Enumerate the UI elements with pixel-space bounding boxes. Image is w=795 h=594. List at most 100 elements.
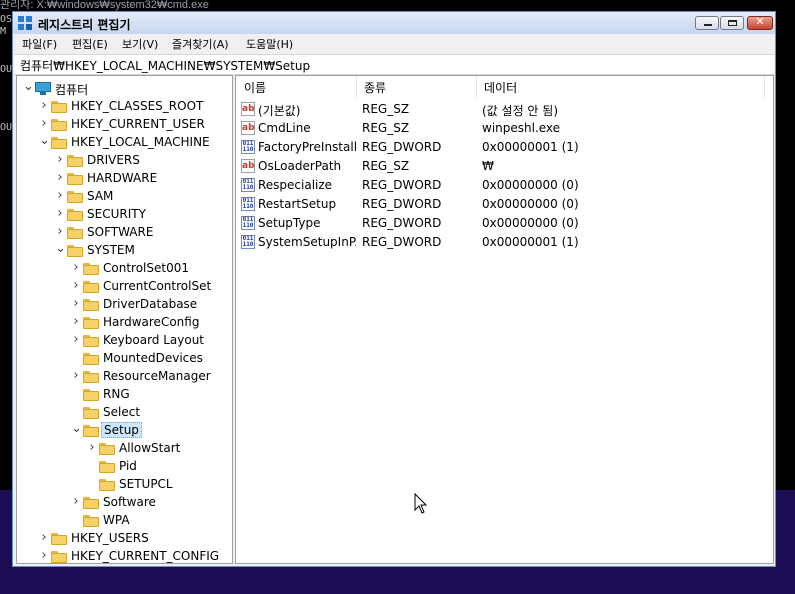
value-row[interactable]: ab (기본값) REG_SZ (값 설정 안 됨) [236,100,773,119]
value-row[interactable]: ab CmdLine REG_SZ winpeshl.exe [236,119,773,138]
tree-item[interactable]: ⌄ Setup [17,421,232,440]
tree-item[interactable]: › HardwareConfig [17,314,232,332]
tree-item[interactable]: › Software [17,494,232,512]
address-bar[interactable]: 컴퓨터₩HKEY_LOCAL_MACHINE₩SYSTEM₩Setup [14,54,774,75]
value-name: SystemSetupInP... [258,235,356,249]
chevron-right-icon[interactable]: › [71,314,81,329]
tree-item[interactable]: › SAM [17,188,232,206]
chevron-right-icon[interactable]: › [55,152,65,167]
tree-item[interactable]: RNG [17,386,232,404]
key-tree-pane[interactable]: ⌄ 컴퓨터 › HKEY_CLASSES_ROOT › HKEY_CURRENT_USER… [16,75,233,564]
tree-item[interactable]: › ResourceManager [17,368,232,386]
value-row[interactable]: 011 110 RestartSetup REG_DWORD 0x00000000 (… [236,195,773,214]
column-data-header[interactable]: 데이터 [484,79,517,96]
tree-item[interactable]: › DriverDatabase [17,296,232,314]
chevron-right-icon[interactable]: › [55,170,65,185]
column-divider[interactable] [764,76,765,98]
menu-favorites[interactable]: 즐겨찾기(A) [172,36,229,52]
value-data: 0x00000001 (1) [482,235,579,249]
tree-item[interactable]: › Keyboard Layout [17,332,232,350]
value-list-pane[interactable]: 이름 종류 데이터 ab (기본값) REG_SZ (값 설정 안 됨) ab CmdLi… [235,75,774,564]
folder-icon [83,317,99,329]
chevron-right-icon[interactable]: › [71,494,81,509]
tree-item[interactable]: SETUPCL [17,476,232,494]
tree-item[interactable]: MountedDevices [17,350,232,368]
menu-file[interactable]: 파일(F) [22,36,57,52]
title-bar[interactable]: 레지스트리 편집기 ✕ [13,12,775,35]
tree-item-label: Keyboard Layout [103,333,205,347]
column-name-header[interactable]: 이름 [244,79,266,96]
chevron-right-icon[interactable]: › [71,368,81,383]
chevron-down-icon[interactable]: ⌄ [55,241,66,256]
chevron-right-icon[interactable]: › [71,296,81,311]
tree-item-label: Pid [119,459,137,473]
chevron-right-icon[interactable]: › [71,278,81,293]
tree-item[interactable]: › HKEY_CLASSES_ROOT [17,98,232,116]
menu-view[interactable]: 보기(V) [122,36,158,52]
value-type: REG_SZ [362,121,410,135]
tree-item[interactable]: ⌄ HKEY_LOCAL_MACHINE [17,133,232,152]
tree-item[interactable]: › CurrentControlSet [17,278,232,296]
value-row[interactable]: ab OsLoaderPath REG_SZ ₩ [236,157,773,176]
chevron-right-icon[interactable]: › [55,224,65,239]
string-value-icon: ab [241,102,255,116]
tree-item[interactable]: › HKEY_USERS [17,530,232,548]
tree-item-label: Setup [101,422,142,438]
chevron-right-icon[interactable]: › [55,188,65,203]
folder-icon [83,389,99,401]
chevron-down-icon[interactable]: ⌄ [23,79,34,94]
tree-item[interactable]: ⌄ 컴퓨터 [17,79,232,98]
value-row[interactable]: 011 110 SystemSetupInP... REG_DWORD 0x00000… [236,233,773,252]
value-row[interactable]: 011 110FactoryPreInstall... REG_DWORD 0x00… [236,138,773,157]
folder-icon [83,515,99,527]
value-row[interactable]: 011 110 Respecialize REG_DWORD 0x00000000 (… [236,176,773,195]
chevron-down-icon[interactable]: ⌄ [39,133,50,148]
menu-help[interactable]: 도움말(H) [246,36,293,52]
column-divider[interactable] [476,76,477,98]
chevron-right-icon[interactable]: › [39,98,49,113]
dword-value-icon: 011 110 [241,140,255,154]
tree-item-label: SAM [87,189,114,203]
minimize-button[interactable] [695,16,719,30]
value-row[interactable]: 011 110 SetupType REG_DWORD 0x00000000 (0) [236,214,773,233]
tree-item[interactable]: WPA [17,512,232,530]
tree-item[interactable]: › HKEY_CURRENT_CONFIG [17,548,232,563]
column-divider[interactable] [356,76,357,98]
tree-item[interactable]: › ControlSet001 [17,260,232,278]
tree-item[interactable]: › HARDWARE [17,170,232,188]
chevron-right-icon[interactable]: › [39,530,49,545]
tree-item[interactable]: › DRIVERS [17,152,232,170]
chevron-down-icon[interactable]: ⌄ [71,421,82,436]
tree-item-label: ResourceManager [103,369,211,383]
tree-item-label: Software [103,495,156,509]
column-header-bar: 이름 종류 데이터 [236,76,773,98]
tree-item[interactable]: › HKEY_CURRENT_USER [17,116,232,134]
column-type-header[interactable]: 종류 [364,79,386,96]
folder-icon [99,479,115,491]
close-button[interactable]: ✕ [747,15,773,30]
chevron-right-icon[interactable]: › [39,548,49,563]
computer-icon [35,82,51,96]
folder-icon [51,551,67,563]
tree-item[interactable]: ⌄ SYSTEM [17,241,232,260]
tree-item-label: HardwareConfig [103,315,200,329]
chevron-right-icon[interactable]: › [55,206,65,221]
chevron-right-icon[interactable]: › [87,440,97,455]
folder-icon [67,209,83,221]
chevron-right-icon[interactable]: › [39,116,49,131]
tree-item[interactable]: › AllowStart [17,440,232,458]
maximize-button[interactable] [720,16,744,30]
tree-item[interactable]: Select [17,404,232,422]
folder-icon [51,137,67,149]
value-name: FactoryPreInstall... [258,140,356,154]
chevron-right-icon[interactable]: › [71,260,81,275]
tree-item-label: SYSTEM [87,243,135,257]
chevron-right-icon[interactable]: › [71,332,81,347]
folder-icon [83,335,99,347]
maximize-icon [728,20,737,26]
menu-edit[interactable]: 편집(E) [72,36,108,52]
tree-item[interactable]: Pid [17,458,232,476]
address-path: 컴퓨터₩HKEY_LOCAL_MACHINE₩SYSTEM₩Setup [20,59,311,73]
tree-item[interactable]: › SECURITY [17,206,232,224]
tree-item[interactable]: › SOFTWARE [17,224,232,242]
